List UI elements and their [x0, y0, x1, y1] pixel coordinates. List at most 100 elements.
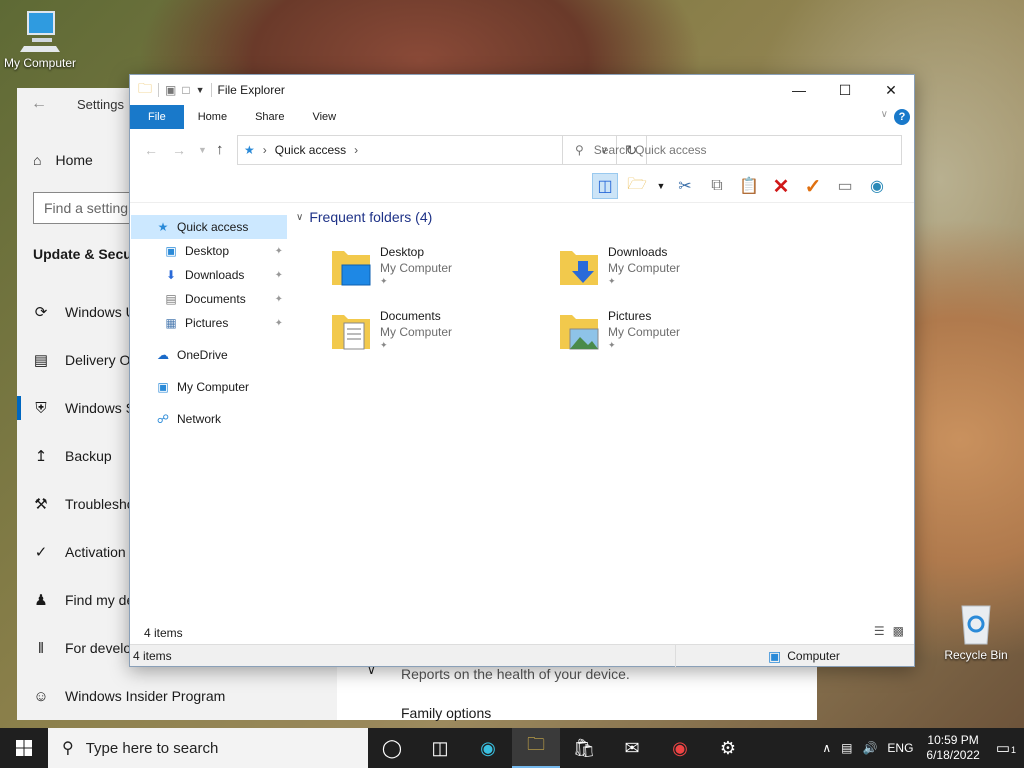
volume-icon[interactable]: 🔊 — [857, 741, 882, 755]
folder-tile-pictures[interactable]: Pictures My Computer ✦ — [558, 309, 778, 365]
language-indicator[interactable]: ENG — [882, 741, 918, 755]
back-arrow-icon[interactable]: ← — [31, 95, 47, 113]
ribbon-tabs: File Home Share View ∨ ? — [130, 105, 914, 129]
folder-location: My Computer — [380, 261, 453, 275]
taskbar-mail[interactable]: ✉ — [608, 728, 656, 768]
nav-label: Troublesho — [65, 496, 135, 512]
folder-icon: 🗁 — [627, 175, 647, 193]
search-icon: ⚲ — [575, 143, 584, 157]
nav-label: Windows U — [65, 304, 136, 320]
chevron-down-icon[interactable]: ▼ — [196, 85, 205, 95]
chevron-down-icon[interactable]: ▼ — [656, 173, 666, 199]
new-folder-icon[interactable]: □ — [182, 83, 189, 97]
expand-ribbon-icon[interactable]: ∨ — [881, 109, 888, 120]
settings-home-link[interactable]: ⌂ Home — [33, 152, 93, 168]
star-icon: ★ — [244, 143, 255, 157]
close-button[interactable]: ✕ — [868, 75, 914, 105]
family-options-link[interactable]: Family options — [401, 705, 491, 721]
rename-button[interactable]: ✓ — [800, 173, 826, 199]
tab-home[interactable]: Home — [184, 105, 241, 129]
chevron-up-icon[interactable]: ∧ — [817, 741, 836, 755]
address-text[interactable]: Quick access — [275, 143, 346, 157]
gear-icon: ⚙ — [719, 737, 737, 758]
nav-documents[interactable]: ▤ Documents ✦ — [131, 287, 287, 311]
clock-time: 10:59 PM — [927, 733, 979, 747]
nav-my-computer[interactable]: ▣ My Computer — [131, 375, 287, 399]
recycle-bin-icon — [961, 605, 991, 645]
taskbar-chrome[interactable]: ◉ — [656, 728, 704, 768]
nav-network[interactable]: ☍ Network — [131, 407, 287, 431]
back-arrow-icon[interactable]: ← — [144, 142, 158, 158]
store-icon: 🛍 — [572, 737, 596, 758]
properties-icon[interactable]: ▣ — [165, 83, 176, 97]
navigation-pane-button[interactable]: ◫ — [592, 173, 618, 199]
nav-onedrive[interactable]: ☁ OneDrive — [131, 343, 287, 367]
network-icon[interactable]: ▤ — [836, 741, 857, 755]
taskbar-edge[interactable]: ◉ — [464, 728, 512, 768]
folder-icon: 🗀 — [527, 734, 545, 754]
search-input[interactable]: ⚲ Search Quick access — [562, 135, 902, 165]
cortana-button[interactable]: ◯ — [368, 728, 416, 768]
desktop-icon-label: Recycle Bin — [944, 648, 1008, 662]
new-folder-button[interactable]: 🗁 — [624, 173, 650, 199]
pin-icon: ✦ — [274, 245, 283, 257]
nav-downloads[interactable]: ⬇ Downloads ✦ — [131, 263, 287, 287]
folder-tile-downloads[interactable]: Downloads My Computer ✦ — [558, 245, 778, 301]
clock-date: 6/18/2022 — [926, 748, 980, 762]
nav-desktop[interactable]: ▣ Desktop ✦ — [131, 239, 287, 263]
folder-tile-documents[interactable]: Documents My Computer ✦ — [330, 309, 550, 365]
desktop-icon-my-computer[interactable]: My Computer — [2, 10, 78, 70]
taskbar-search-box[interactable]: ⚲ Type here to search — [48, 728, 368, 768]
paste-button[interactable]: 📋 — [736, 173, 762, 199]
copy-icon: ⧉ — [711, 177, 723, 194]
pin-icon: ✦ — [380, 340, 388, 350]
folder-location: My Computer — [608, 261, 681, 275]
task-view-button[interactable]: ◫ — [416, 728, 464, 768]
folder-tile-desktop[interactable]: Desktop My Computer ✦ — [330, 245, 550, 301]
minimize-button[interactable]: — — [776, 75, 822, 105]
chevron-down-icon: ∨ — [296, 211, 304, 223]
breadcrumb-separator-icon: › — [262, 143, 267, 157]
folder-name: Documents — [380, 309, 441, 323]
window-controls: — ☐ ✕ — [776, 75, 914, 105]
clock[interactable]: 10:59 PM 6/18/2022 — [918, 733, 987, 763]
settings-nav-windows-insider[interactable]: ☺ Windows Insider Program — [17, 672, 337, 720]
taskbar-settings[interactable]: ⚙ — [704, 728, 752, 768]
nav-label: Downloads — [185, 268, 245, 282]
network-button[interactable]: ◉ — [864, 173, 890, 199]
chrome-icon: ◉ — [672, 737, 688, 758]
start-button[interactable] — [0, 728, 48, 768]
tab-file[interactable]: File — [130, 105, 184, 129]
tab-share[interactable]: Share — [241, 105, 298, 129]
taskbar-store[interactable]: 🛍 — [560, 728, 608, 768]
properties-button[interactable]: ▭ — [832, 173, 858, 199]
forward-arrow-icon[interactable]: → — [172, 142, 186, 158]
details-view-icon[interactable]: ☰ — [874, 624, 885, 638]
large-icons-view-icon[interactable]: ▩ — [893, 624, 904, 638]
group-title: Frequent folders (4) — [309, 209, 433, 225]
separator — [158, 83, 159, 97]
help-button[interactable]: ? — [894, 109, 910, 125]
explorer-titlebar: 🗀 ▣ □ ▼ File Explorer — ☐ ✕ — [130, 75, 914, 105]
settings-title: Settings — [77, 96, 124, 112]
nav-quick-access[interactable]: ★ Quick access — [131, 215, 287, 239]
notification-button[interactable]: ▭ 1 — [988, 739, 1024, 757]
tab-view[interactable]: View — [298, 105, 350, 129]
nav-pictures[interactable]: ▦ Pictures ✦ — [131, 311, 287, 335]
recent-locations-icon[interactable]: ▼ — [198, 145, 207, 155]
download-icon: ⬇ — [165, 268, 177, 282]
taskbar-file-explorer[interactable]: 🗀 — [512, 728, 560, 768]
pictures-folder-icon — [560, 315, 599, 350]
status-zone: ▣ Computer — [675, 645, 840, 667]
desktop-icon-recycle-bin[interactable]: Recycle Bin — [940, 602, 1012, 662]
nav-label: For develo — [65, 640, 132, 656]
copy-button[interactable]: ⧉ — [704, 173, 730, 199]
nav-label: OneDrive — [177, 348, 228, 362]
up-arrow-icon[interactable]: ↑ — [216, 141, 224, 158]
separator — [210, 83, 212, 97]
group-header[interactable]: ∨ Frequent folders (4) — [296, 209, 914, 225]
maximize-button[interactable]: ☐ — [822, 75, 868, 105]
cat-icon: ☺ — [33, 687, 49, 705]
delete-button[interactable]: ✕ — [768, 173, 794, 199]
cut-button[interactable]: ✂ — [672, 173, 698, 199]
